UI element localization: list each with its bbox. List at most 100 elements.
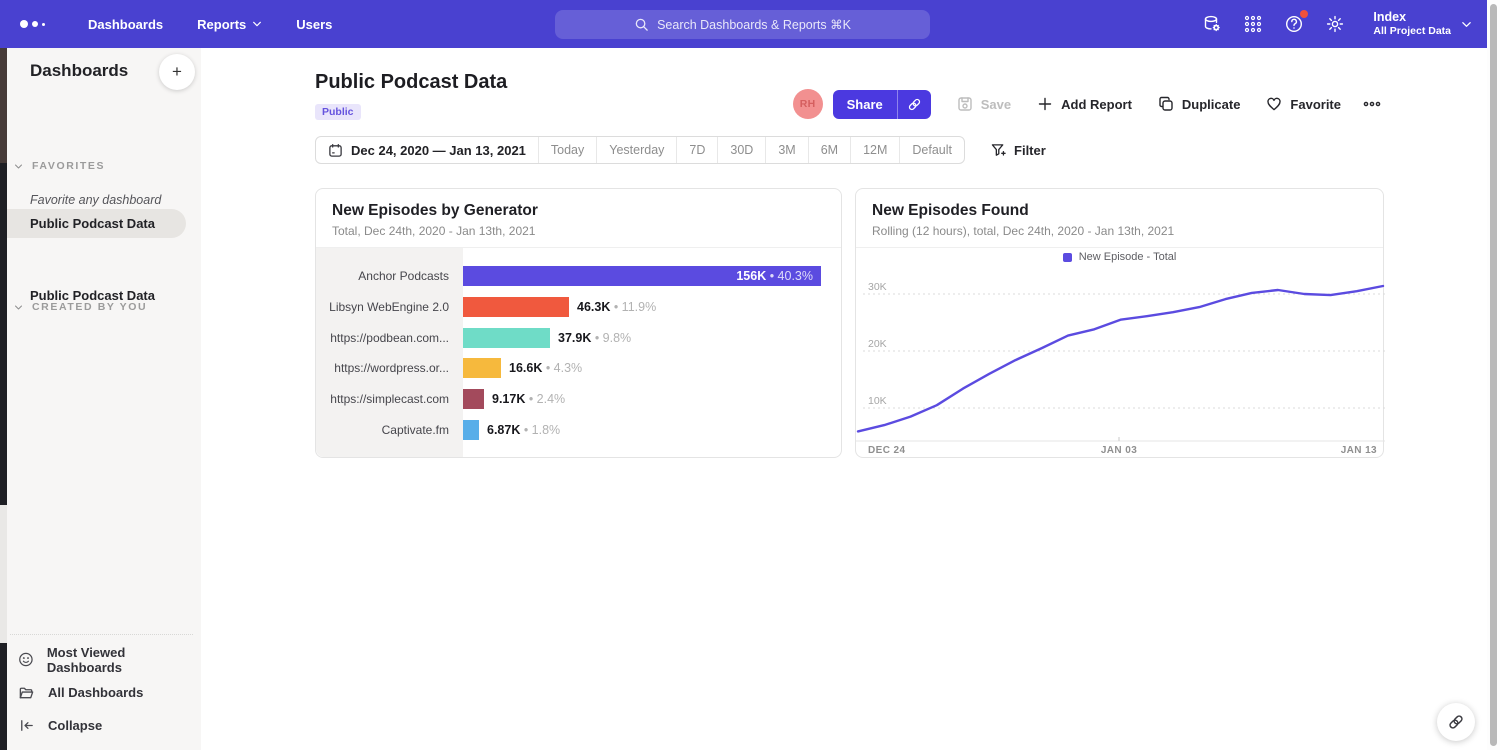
bar-value-label: 9.17K • 2.4% [492, 392, 565, 406]
nav-dashboards[interactable]: Dashboards [88, 17, 163, 32]
line-chart-subtitle: Rolling (12 hours), total, Dec 24th, 202… [872, 224, 1367, 238]
preset-30d[interactable]: 30D [717, 137, 765, 163]
preset-yesterday[interactable]: Yesterday [596, 137, 676, 163]
apps-grid-icon[interactable] [1242, 13, 1264, 35]
project-scope: All Project Data [1373, 25, 1451, 38]
header-actions: RH Share Save Add Report Duplicate Favor… [793, 89, 1381, 119]
sidebar-footer: Most Viewed Dashboards All Dashboards Co… [10, 634, 193, 744]
top-navbar: Dashboards Reports Users Search Dashboar… [0, 0, 1500, 48]
preset-default[interactable]: Default [899, 137, 964, 163]
search-input[interactable]: Search Dashboards & Reports ⌘K [555, 10, 930, 39]
bar-card-header: New Episodes by Generator Total, Dec 24t… [316, 189, 841, 248]
share-link-icon[interactable] [898, 90, 931, 119]
help-icon[interactable] [1283, 13, 1305, 35]
y-tick-30k: 30K [868, 281, 887, 293]
project-switcher[interactable]: Index All Project Data [1373, 10, 1472, 39]
date-presets: TodayYesterday7D30D3M6M12MDefault [538, 137, 964, 163]
x-tick-dec24: DEC 24 [868, 445, 905, 456]
add-dashboard-button[interactable]: + [159, 54, 195, 90]
bar-category-label: Captivate.fm [316, 423, 463, 437]
x-tick-jan03: JAN 03 [1089, 445, 1149, 456]
calendar-icon [328, 143, 343, 158]
collapse-sidebar-item[interactable]: Collapse [18, 709, 193, 742]
preset-today[interactable]: Today [538, 137, 596, 163]
more-options-button[interactable] [1363, 101, 1381, 107]
bar-segment[interactable] [463, 297, 569, 317]
background-window-artifact [0, 163, 7, 505]
x-tick-jan13: JAN 13 [1341, 445, 1377, 456]
line-card-header: New Episodes Found Rolling (12 hours), t… [856, 189, 1383, 248]
scrollbar-thumb[interactable] [1490, 4, 1497, 746]
collapse-icon [18, 717, 35, 734]
bar-segment[interactable] [463, 420, 479, 440]
data-source-icon[interactable] [1201, 13, 1223, 35]
bar-segment[interactable] [463, 389, 484, 409]
preset-12m[interactable]: 12M [850, 137, 899, 163]
bar-chart-card: New Episodes by Generator Total, Dec 24t… [315, 188, 842, 458]
bar-segment[interactable]: 156K • 40.3% [463, 266, 821, 286]
bar-category-label: https://simplecast.com [316, 392, 463, 406]
legend-label: New Episode - Total [1079, 251, 1177, 263]
bar-value-label: 16.6K • 4.3% [509, 361, 582, 375]
nav-reports[interactable]: Reports [197, 17, 262, 32]
background-window-artifact [0, 643, 7, 750]
avatar[interactable]: RH [793, 89, 823, 119]
nav-users[interactable]: Users [296, 17, 332, 32]
sidebar-item-public-podcast-data-created[interactable]: Public Podcast Data [0, 281, 186, 310]
search-placeholder: Search Dashboards & Reports ⌘K [657, 17, 851, 32]
project-name: Index [1373, 10, 1451, 26]
preset-3m[interactable]: 3M [765, 137, 807, 163]
copy-link-floating-button[interactable] [1437, 703, 1475, 741]
bar-value-label: 46.3K • 11.9% [577, 300, 656, 314]
save-icon [957, 96, 973, 112]
smiley-icon [18, 651, 34, 668]
heart-icon [1266, 96, 1282, 112]
bar-segment[interactable] [463, 328, 550, 348]
notification-badge [1300, 10, 1308, 18]
all-dashboards-item[interactable]: All Dashboards [18, 676, 193, 709]
bar-row: Libsyn WebEngine 2.0 46.3K • 11.9% [316, 292, 841, 323]
chevron-down-icon [252, 19, 262, 29]
share-button[interactable]: Share [833, 90, 931, 119]
plus-icon [1037, 96, 1053, 112]
date-range-group: Dec 24, 2020 — Jan 13, 2021 TodayYesterd… [315, 136, 965, 164]
chart-legend: New Episode - Total [856, 251, 1383, 263]
settings-gear-icon[interactable] [1324, 13, 1346, 35]
save-button[interactable]: Save [957, 96, 1011, 112]
sidebar-item-public-podcast-data-recent[interactable]: Public Podcast Data [0, 209, 186, 238]
line-series [856, 271, 1385, 449]
bar-category-label: https://podbean.com... [316, 331, 463, 345]
bar-chart-subtitle: Total, Dec 24th, 2020 - Jan 13th, 2021 [332, 224, 825, 238]
bar-row: Anchor Podcasts 156K • 40.3% [316, 261, 841, 292]
chevron-down-icon [14, 162, 23, 171]
bar-segment[interactable] [463, 358, 501, 378]
visibility-badge: Public [315, 104, 361, 120]
page-title: Public Podcast Data [315, 71, 507, 94]
add-report-button[interactable]: Add Report [1037, 96, 1132, 112]
chevron-down-icon [1461, 19, 1472, 30]
most-viewed-dashboards-item[interactable]: Most Viewed Dashboards [18, 643, 193, 676]
filter-button[interactable]: Filter [991, 143, 1046, 158]
sidebar-title: Dashboards [30, 61, 128, 81]
bar-row: https://simplecast.com 9.17K • 2.4% [316, 384, 841, 415]
bar-row: https://wordpress.or...16.6K • 4.3% [316, 353, 841, 384]
date-range-picker[interactable]: Dec 24, 2020 — Jan 13, 2021 [316, 137, 538, 163]
scrollbar-track [1487, 0, 1500, 750]
preset-7d[interactable]: 7D [676, 137, 717, 163]
favorite-button[interactable]: Favorite [1266, 96, 1341, 112]
duplicate-icon [1158, 96, 1174, 112]
duplicate-button[interactable]: Duplicate [1158, 96, 1241, 112]
bar-value-label: 6.87K • 1.8% [487, 423, 560, 437]
bar-category-label: Libsyn WebEngine 2.0 [316, 300, 463, 314]
sidebar: Dashboards + FAVORITES Favorite any dash… [0, 48, 201, 750]
search-icon [634, 17, 649, 32]
bar-value-label: 156K • 40.3% [736, 266, 813, 286]
section-favorites[interactable]: FAVORITES [14, 160, 105, 172]
favorites-empty-text: Favorite any dashboard [30, 193, 161, 207]
preset-6m[interactable]: 6M [808, 137, 850, 163]
bar-category-label: Anchor Podcasts [316, 269, 463, 283]
more-dots-icon [1363, 101, 1381, 107]
folder-icon [18, 684, 35, 701]
brand-logo-dots-icon[interactable] [20, 20, 60, 28]
main-content: Public Podcast Data Public RH Share Save… [201, 48, 1500, 750]
